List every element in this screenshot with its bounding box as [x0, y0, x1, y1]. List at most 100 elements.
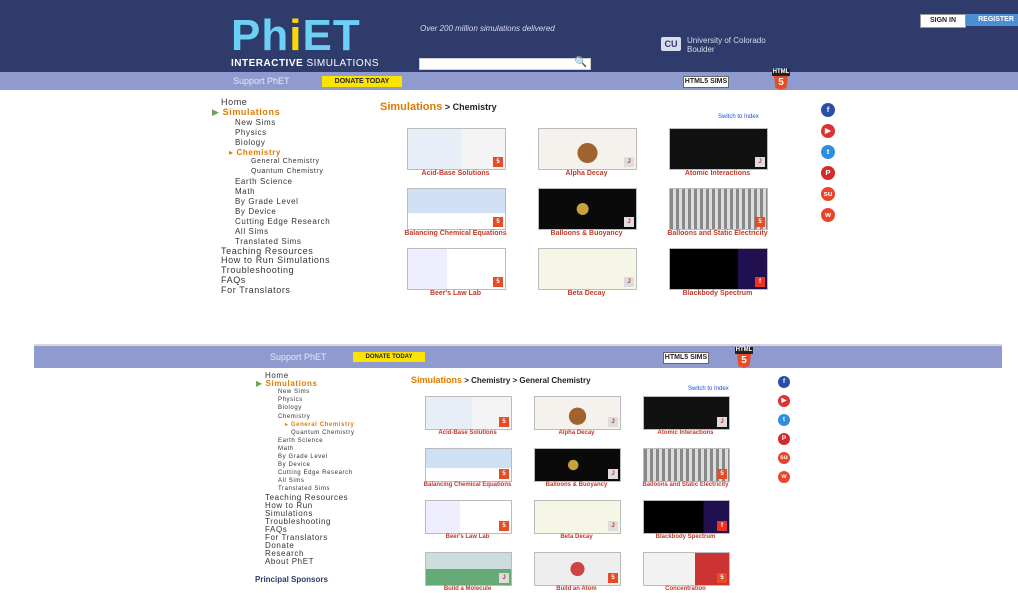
twitter-icon[interactable]: t [821, 145, 835, 159]
html5-badge-icon[interactable]: HTML 5 [735, 347, 753, 369]
breadcrumb-mid[interactable]: Chemistry [471, 376, 510, 385]
sim-thumbnail[interactable] [538, 128, 637, 170]
nav-item-earth-science[interactable]: Earth Science [278, 437, 323, 445]
nav-item-all-sims[interactable]: All Sims [235, 227, 269, 237]
sim-title[interactable]: Balloons and Static Electricity [633, 482, 738, 489]
nav-item-about-phet[interactable]: About PhET [265, 558, 314, 566]
breadcrumb-leaf: General Chemistry [519, 376, 591, 385]
sim-title[interactable]: Balloons & Buoyancy [524, 482, 629, 489]
nav-item-simulations[interactable]: ▶ Simulations [256, 380, 318, 388]
html5-icon: 5 [499, 521, 509, 531]
switch-to-index-link[interactable]: Switch to Index [688, 386, 729, 392]
nav-item-general-chemistry[interactable]: General Chemistry [251, 157, 320, 167]
breadcrumb: Simulations > Chemistry [380, 101, 497, 113]
sim-thumbnail[interactable] [669, 188, 768, 230]
nav-item-physics[interactable]: Physics [278, 396, 303, 404]
sim-title[interactable]: Atomic Interactions [633, 430, 738, 437]
sim-thumbnail[interactable] [538, 248, 637, 290]
sim-thumbnail[interactable] [407, 188, 506, 230]
cu-mark-icon: CU [661, 37, 681, 51]
sim-title[interactable]: Balloons & Buoyancy [528, 230, 645, 237]
phet-logo[interactable]: PhiET INTERACTIVE SIMULATIONS [231, 14, 391, 72]
nav-item-all-sims[interactable]: All Sims [278, 477, 304, 485]
sim-title[interactable]: Beta Decay [524, 534, 629, 541]
sign-in-button[interactable]: SIGN IN [920, 14, 966, 28]
nav-item-biology[interactable]: Biology [278, 404, 302, 412]
nav-item-chemistry[interactable]: Chemistry [278, 413, 310, 421]
nav-item-quantum-chemistry[interactable]: Quantum Chemistry [291, 429, 355, 437]
nav-item-by-device[interactable]: By Device [235, 207, 276, 217]
weibo-icon[interactable]: w [821, 208, 835, 222]
facebook-icon[interactable]: f [821, 103, 835, 117]
search-icon[interactable]: 🔍 [573, 57, 589, 69]
java-icon: J [608, 469, 618, 479]
donate-button[interactable]: DONATE TODAY [353, 352, 425, 362]
sim-title[interactable]: Blackbody Spectrum [633, 534, 738, 541]
sim-title[interactable]: Beer's Law Lab [415, 534, 520, 541]
nav-item-physics[interactable]: Physics [235, 128, 267, 138]
nav-item-new-sims[interactable]: New Sims [235, 118, 276, 128]
switch-to-index-link[interactable]: Switch to Index [718, 114, 759, 120]
nav-item-simulations[interactable]: ▶ Simulations [212, 107, 280, 118]
sim-title[interactable]: Acid-Base Solutions [415, 430, 520, 437]
sim-title[interactable]: Balloons and Static Electricity [659, 230, 776, 237]
youtube-icon[interactable]: ▶ [821, 124, 835, 138]
nav-item-biology[interactable]: Biology [235, 138, 265, 148]
weibo-icon[interactable]: w [778, 471, 790, 483]
nav-item-general-chemistry[interactable]: ▸ General Chemistry [285, 421, 354, 429]
nav-item-by-grade-level[interactable]: By Grade Level [278, 453, 328, 461]
nav-item-cutting-edge-research[interactable]: Cutting Edge Research [278, 469, 353, 477]
sim-title[interactable]: Balancing Chemical Equations [397, 230, 514, 237]
sim-title[interactable]: Build a Molecule [415, 586, 520, 593]
sim-thumbnail[interactable] [669, 248, 768, 290]
twitter-icon[interactable]: t [778, 414, 790, 426]
nav-item-quantum-chemistry[interactable]: Quantum Chemistry [251, 167, 323, 177]
nav-item-for-translators[interactable]: For Translators [221, 285, 291, 296]
breadcrumb-root[interactable]: Simulations [411, 375, 462, 385]
nav-item-chemistry[interactable]: ▸ Chemistry [229, 148, 281, 158]
java-icon: J [717, 417, 727, 427]
pinterest-icon[interactable]: P [821, 166, 835, 180]
sim-title[interactable]: Beta Decay [528, 290, 645, 297]
sim-title[interactable]: Acid-Base Solutions [397, 170, 514, 177]
support-bar: Support PhET DONATE TODAY HTML5 SIMS HTM… [0, 69, 1018, 91]
html5-sims-button[interactable]: HTML5 SIMS [683, 76, 729, 88]
search-input[interactable] [419, 58, 591, 70]
register-button[interactable]: REGISTER [966, 14, 1018, 26]
flash-icon: f [755, 277, 765, 287]
logo-subtitle: INTERACTIVE SIMULATIONS [231, 58, 379, 69]
html5-sims-button[interactable]: HTML5 SIMS [663, 352, 709, 364]
nav-item-math[interactable]: Math [235, 187, 255, 197]
youtube-icon[interactable]: ▶ [778, 395, 790, 407]
sim-title[interactable]: Alpha Decay [528, 170, 645, 177]
nav-item-cutting-edge-research[interactable]: Cutting Edge Research [235, 217, 330, 227]
pinterest-icon[interactable]: P [778, 433, 790, 445]
stumbleupon-icon[interactable]: su [778, 452, 790, 464]
sim-title[interactable]: Build an Atom [524, 586, 629, 593]
sim-thumbnail[interactable] [407, 128, 506, 170]
sim-thumbnail[interactable] [407, 248, 506, 290]
sim-title[interactable]: Concentration [633, 586, 738, 593]
university-logo[interactable]: CU University of Colorado Boulder [661, 36, 821, 56]
nav-item-earth-science[interactable]: Earth Science [235, 177, 293, 187]
breadcrumb-root[interactable]: Simulations [380, 101, 442, 113]
stumbleupon-icon[interactable]: su [821, 187, 835, 201]
donate-button[interactable]: DONATE TODAY [322, 76, 402, 87]
html5-icon: 5 [499, 469, 509, 479]
sim-thumbnail[interactable] [669, 128, 768, 170]
sim-title[interactable]: Atomic Interactions [659, 170, 776, 177]
nav-item-by-device[interactable]: By Device [278, 461, 310, 469]
sim-title[interactable]: Blackbody Spectrum [659, 290, 776, 297]
sim-title[interactable]: Alpha Decay [524, 430, 629, 437]
nav-item-new-sims[interactable]: New Sims [278, 388, 310, 396]
facebook-icon[interactable]: f [778, 376, 790, 388]
sim-title[interactable]: Beer's Law Lab [397, 290, 514, 297]
sim-thumbnail[interactable] [538, 188, 637, 230]
university-name: University of Colorado [687, 36, 766, 45]
nav-item-math[interactable]: Math [278, 445, 294, 453]
logo-wordmark: PhiET [231, 11, 361, 60]
nav-item-by-grade-level[interactable]: By Grade Level [235, 197, 299, 207]
sim-title[interactable]: Balancing Chemical Equations [415, 482, 520, 489]
html5-icon: 5 [717, 573, 727, 583]
html5-badge-icon[interactable]: HTML 5 [772, 69, 790, 91]
